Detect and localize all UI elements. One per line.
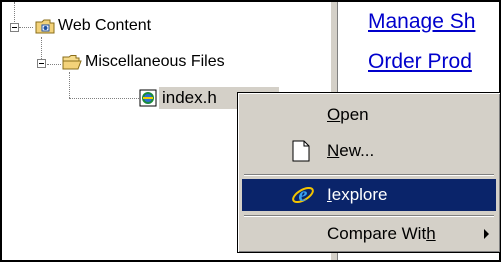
html-file-icon (139, 89, 157, 107)
tree-item-index-html[interactable]: index.h (162, 88, 217, 108)
tree-line (14, 2, 15, 22)
menu-item-label: explore (331, 185, 388, 204)
tree-line (19, 27, 33, 28)
tree-line (41, 37, 42, 61)
menu-accelerator: h (426, 224, 436, 243)
menu-item-open[interactable]: Open (242, 99, 496, 131)
ie-icon: e (292, 184, 314, 206)
menu-separator (244, 215, 494, 217)
folder-icon (35, 19, 55, 34)
menu-item-new[interactable]: New... (242, 135, 496, 167)
svg-text:e: e (299, 184, 308, 206)
tree-item-web-content[interactable]: Web Content (58, 17, 151, 35)
open-folder-icon (62, 55, 82, 70)
menu-item-label: pen (340, 105, 369, 124)
context-menu: Open New... e Iexplore Compare With (237, 92, 501, 253)
collapse-toggle[interactable] (37, 59, 46, 68)
menu-item-label: Compare Wit (327, 224, 427, 243)
menu-accelerator: N (327, 141, 340, 160)
manage-link[interactable]: Manage Sh (368, 10, 475, 34)
tree-line (47, 64, 61, 65)
menu-separator (244, 174, 494, 176)
menu-item-iexplore[interactable]: e Iexplore (242, 179, 496, 211)
tree-line (69, 72, 70, 98)
menu-accelerator: O (327, 105, 341, 124)
submenu-arrow-icon (484, 229, 489, 239)
window-frame: Web Content Miscellaneous Files index.h … (0, 0, 501, 262)
menu-item-label: ew... (339, 141, 375, 160)
menu-item-compare-with[interactable]: Compare With (242, 218, 496, 250)
new-document-icon (292, 140, 310, 162)
order-link[interactable]: Order Prod (368, 50, 472, 74)
tree-line (69, 98, 139, 99)
collapse-toggle[interactable] (10, 23, 19, 32)
tree-item-misc-files[interactable]: Miscellaneous Files (85, 53, 225, 71)
